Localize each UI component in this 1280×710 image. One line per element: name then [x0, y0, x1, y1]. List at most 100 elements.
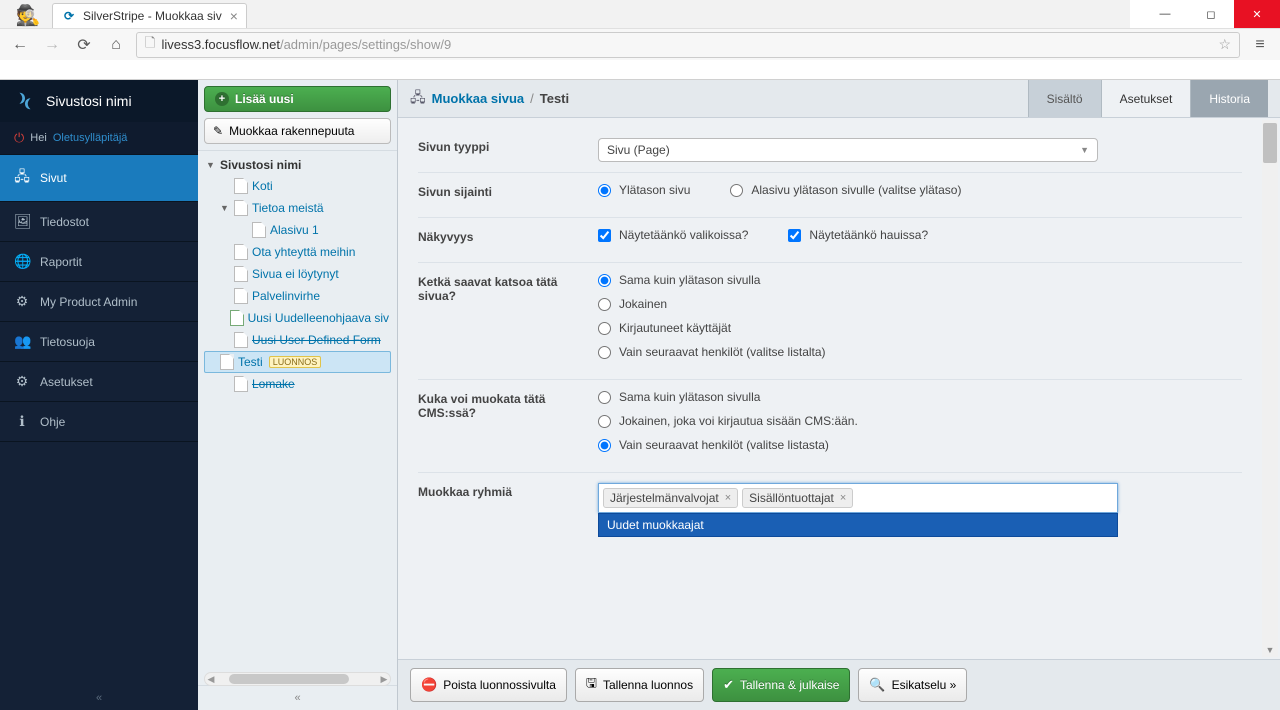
preview-button[interactable]: 🔍Esikatselu »	[858, 668, 967, 702]
nav-help[interactable]: ℹOhje	[0, 402, 198, 442]
maximize-button[interactable]: ◻	[1188, 0, 1234, 28]
groups-dropdown-option[interactable]: Uudet muokkaajat	[598, 513, 1118, 537]
field-visibility: Näkyvyys Näytetäänkö valikoissa? Näytetä…	[418, 218, 1242, 263]
tree-item[interactable]: Lomake	[204, 373, 391, 395]
page-icon	[234, 332, 248, 348]
page-type-dropdown[interactable]: Sivu (Page)▼	[598, 138, 1098, 162]
save-draft-button[interactable]: 🖫Tallenna luonnos	[575, 668, 704, 702]
nav-bar: ← → ⟳ ⌂ 🗋 livess3.focusflow.net/admin/pa…	[0, 28, 1280, 60]
home-button[interactable]: ⌂	[104, 33, 128, 57]
action-footer: ⛔Poista luonnossivulta 🖫Tallenna luonnos…	[398, 659, 1280, 710]
content-tabs: Sisältö Asetukset Historia	[1028, 80, 1268, 117]
gear-icon: ⚙	[14, 373, 30, 390]
field-page-type: Sivun tyyppi Sivu (Page)▼	[418, 128, 1242, 173]
radio-viewer-logged-in[interactable]: Kirjautuneet käyttäjät	[598, 321, 1242, 335]
minimize-button[interactable]: —	[1142, 0, 1188, 28]
edit-tree-button[interactable]: ✎Muokkaa rakennepuuta	[204, 118, 391, 144]
url-path: /admin/pages/settings/show/9	[280, 37, 451, 52]
close-button[interactable]: ✕	[1234, 0, 1280, 28]
remove-token-icon[interactable]: ×	[725, 492, 731, 504]
radio-top-level[interactable]: Ylätason sivu	[598, 183, 690, 197]
sitemap-icon: 🖧	[410, 87, 426, 111]
tree-collapse[interactable]: «	[198, 685, 397, 710]
tree-panel: +Lisää uusi ✎Muokkaa rakennepuuta ▼Sivus…	[198, 80, 398, 710]
sidebar-collapse[interactable]: «	[0, 686, 198, 710]
tab-close-icon[interactable]: ×	[222, 8, 238, 24]
page-icon	[252, 222, 266, 238]
tree-item-selected[interactable]: TestiLUONNOS	[204, 351, 391, 373]
tree-item[interactable]: Ota yhteyttä meihin	[204, 241, 391, 263]
tree-item[interactable]: Palvelinvirhe	[204, 285, 391, 307]
power-icon[interactable]: ⏻	[14, 130, 24, 146]
tab-title: SilverStripe - Muokkaa siv	[83, 9, 222, 23]
browser-chrome: — ◻ ✕ 🕵 ⟳ SilverStripe - Muokkaa siv × ←…	[0, 0, 1280, 80]
remove-token-icon[interactable]: ×	[840, 492, 846, 504]
radio-viewer-groups[interactable]: Vain seuraavat henkilöt (valitse listalt…	[598, 345, 1242, 359]
publish-button[interactable]: ✔Tallenna & julkaise	[712, 668, 850, 702]
tree-item[interactable]: Koti	[204, 175, 391, 197]
browser-tab[interactable]: ⟳ SilverStripe - Muokkaa siv ×	[52, 3, 247, 28]
nav-settings[interactable]: ⚙Asetukset	[0, 362, 198, 402]
tree-item[interactable]: Uusi Uudelleenohjaava siv	[204, 307, 391, 329]
image-icon: 🖼	[14, 213, 30, 230]
field-editors: Kuka voi muokata tätä CMS:ssä? Sama kuin…	[418, 380, 1242, 473]
page-icon	[234, 376, 248, 392]
radio-editor-inherit[interactable]: Sama kuin ylätason sivulla	[598, 390, 1242, 404]
scrollbar-thumb[interactable]	[229, 674, 349, 684]
minus-circle-icon: ⛔	[421, 677, 437, 693]
breadcrumb-parent[interactable]: Muokkaa sivua	[432, 91, 525, 106]
delete-draft-button[interactable]: ⛔Poista luonnossivulta	[410, 668, 567, 702]
reload-button[interactable]: ⟳	[72, 33, 96, 57]
chevron-down-icon[interactable]: ▼	[220, 203, 230, 213]
tree-item[interactable]: Uusi User Defined Form	[204, 329, 391, 351]
check-show-menus[interactable]: Näytetäänkö valikoissa?	[598, 228, 748, 242]
scroll-down-icon[interactable]: ▼	[1262, 645, 1278, 655]
browser-menu-button[interactable]: ≡	[1248, 36, 1272, 54]
tab-history[interactable]: Historia	[1190, 80, 1268, 117]
chevron-down-icon[interactable]: ▼	[206, 160, 216, 170]
url-bar[interactable]: 🗋 livess3.focusflow.net/admin/pages/sett…	[136, 32, 1240, 58]
page-icon	[234, 244, 248, 260]
form-area: Sivun tyyppi Sivu (Page)▼ Sivun sijainti…	[398, 118, 1280, 659]
radio-viewer-inherit[interactable]: Sama kuin ylätason sivulla	[598, 273, 1242, 287]
radio-viewer-anyone[interactable]: Jokainen	[598, 297, 1242, 311]
nav-files[interactable]: 🖼Tiedostot	[0, 202, 198, 242]
groups-token-input[interactable]: Järjestelmänvalvojat× Sisällöntuottajat×	[598, 483, 1118, 513]
nav-pages[interactable]: 🖧Sivut	[0, 155, 198, 202]
nav-security[interactable]: 👥Tietosuoja	[0, 322, 198, 362]
label-visibility: Näkyvyys	[418, 228, 598, 252]
user-link[interactable]: Oletusylläpitäjä	[53, 132, 128, 144]
add-page-button[interactable]: +Lisää uusi	[204, 86, 391, 112]
tab-settings[interactable]: Asetukset	[1101, 80, 1191, 117]
tree-root[interactable]: ▼Sivustosi nimi	[204, 155, 391, 175]
tree-item[interactable]: ▼Tietoa meistä	[204, 197, 391, 219]
greeting-prefix: Hei	[30, 132, 47, 144]
page-icon	[234, 178, 248, 194]
tab-content[interactable]: Sisältö	[1028, 80, 1101, 117]
tree-toolbar: +Lisää uusi ✎Muokkaa rakennepuuta	[198, 80, 397, 151]
site-name: Sivustosi nimi	[46, 93, 132, 109]
check-show-search[interactable]: Näytetäänkö hauissa?	[788, 228, 928, 242]
radio-editor-cms[interactable]: Jokainen, joka voi kirjautua sisään CMS:…	[598, 414, 1242, 428]
field-groups: Muokkaa ryhmiä Järjestelmänvalvojat× Sis…	[418, 473, 1242, 547]
site-logo[interactable]: Sivustosi nimi	[0, 80, 198, 122]
scrollbar-thumb[interactable]	[1263, 123, 1277, 163]
tree-item[interactable]: Sivua ei löytynyt	[204, 263, 391, 285]
tree-item[interactable]: Alasivu 1	[204, 219, 391, 241]
gears-icon: ⚙	[14, 293, 30, 310]
back-button[interactable]: ←	[8, 33, 32, 57]
nav-reports[interactable]: 🌐Raportit	[0, 242, 198, 282]
label-page-type: Sivun tyyppi	[418, 138, 598, 162]
radio-subpage[interactable]: Alasivu ylätason sivulle (valitse ylätas…	[730, 183, 961, 197]
radio-editor-groups[interactable]: Vain seuraavat henkilöt (valitse listast…	[598, 438, 1242, 452]
breadcrumb-current: Testi	[540, 91, 569, 106]
forward-button[interactable]: →	[40, 33, 64, 57]
silverstripe-icon	[14, 90, 36, 112]
nav-product-admin[interactable]: ⚙My Product Admin	[0, 282, 198, 322]
save-icon: 🖫	[586, 674, 597, 696]
bookmark-icon[interactable]: ☆	[1218, 36, 1231, 53]
sitemap-icon: 🖧	[14, 166, 30, 190]
globe-icon: 🌐	[14, 253, 30, 270]
tree-horizontal-scrollbar[interactable]: ◀▶	[204, 672, 391, 686]
form-vertical-scrollbar[interactable]: ▲ ▼	[1262, 120, 1278, 657]
